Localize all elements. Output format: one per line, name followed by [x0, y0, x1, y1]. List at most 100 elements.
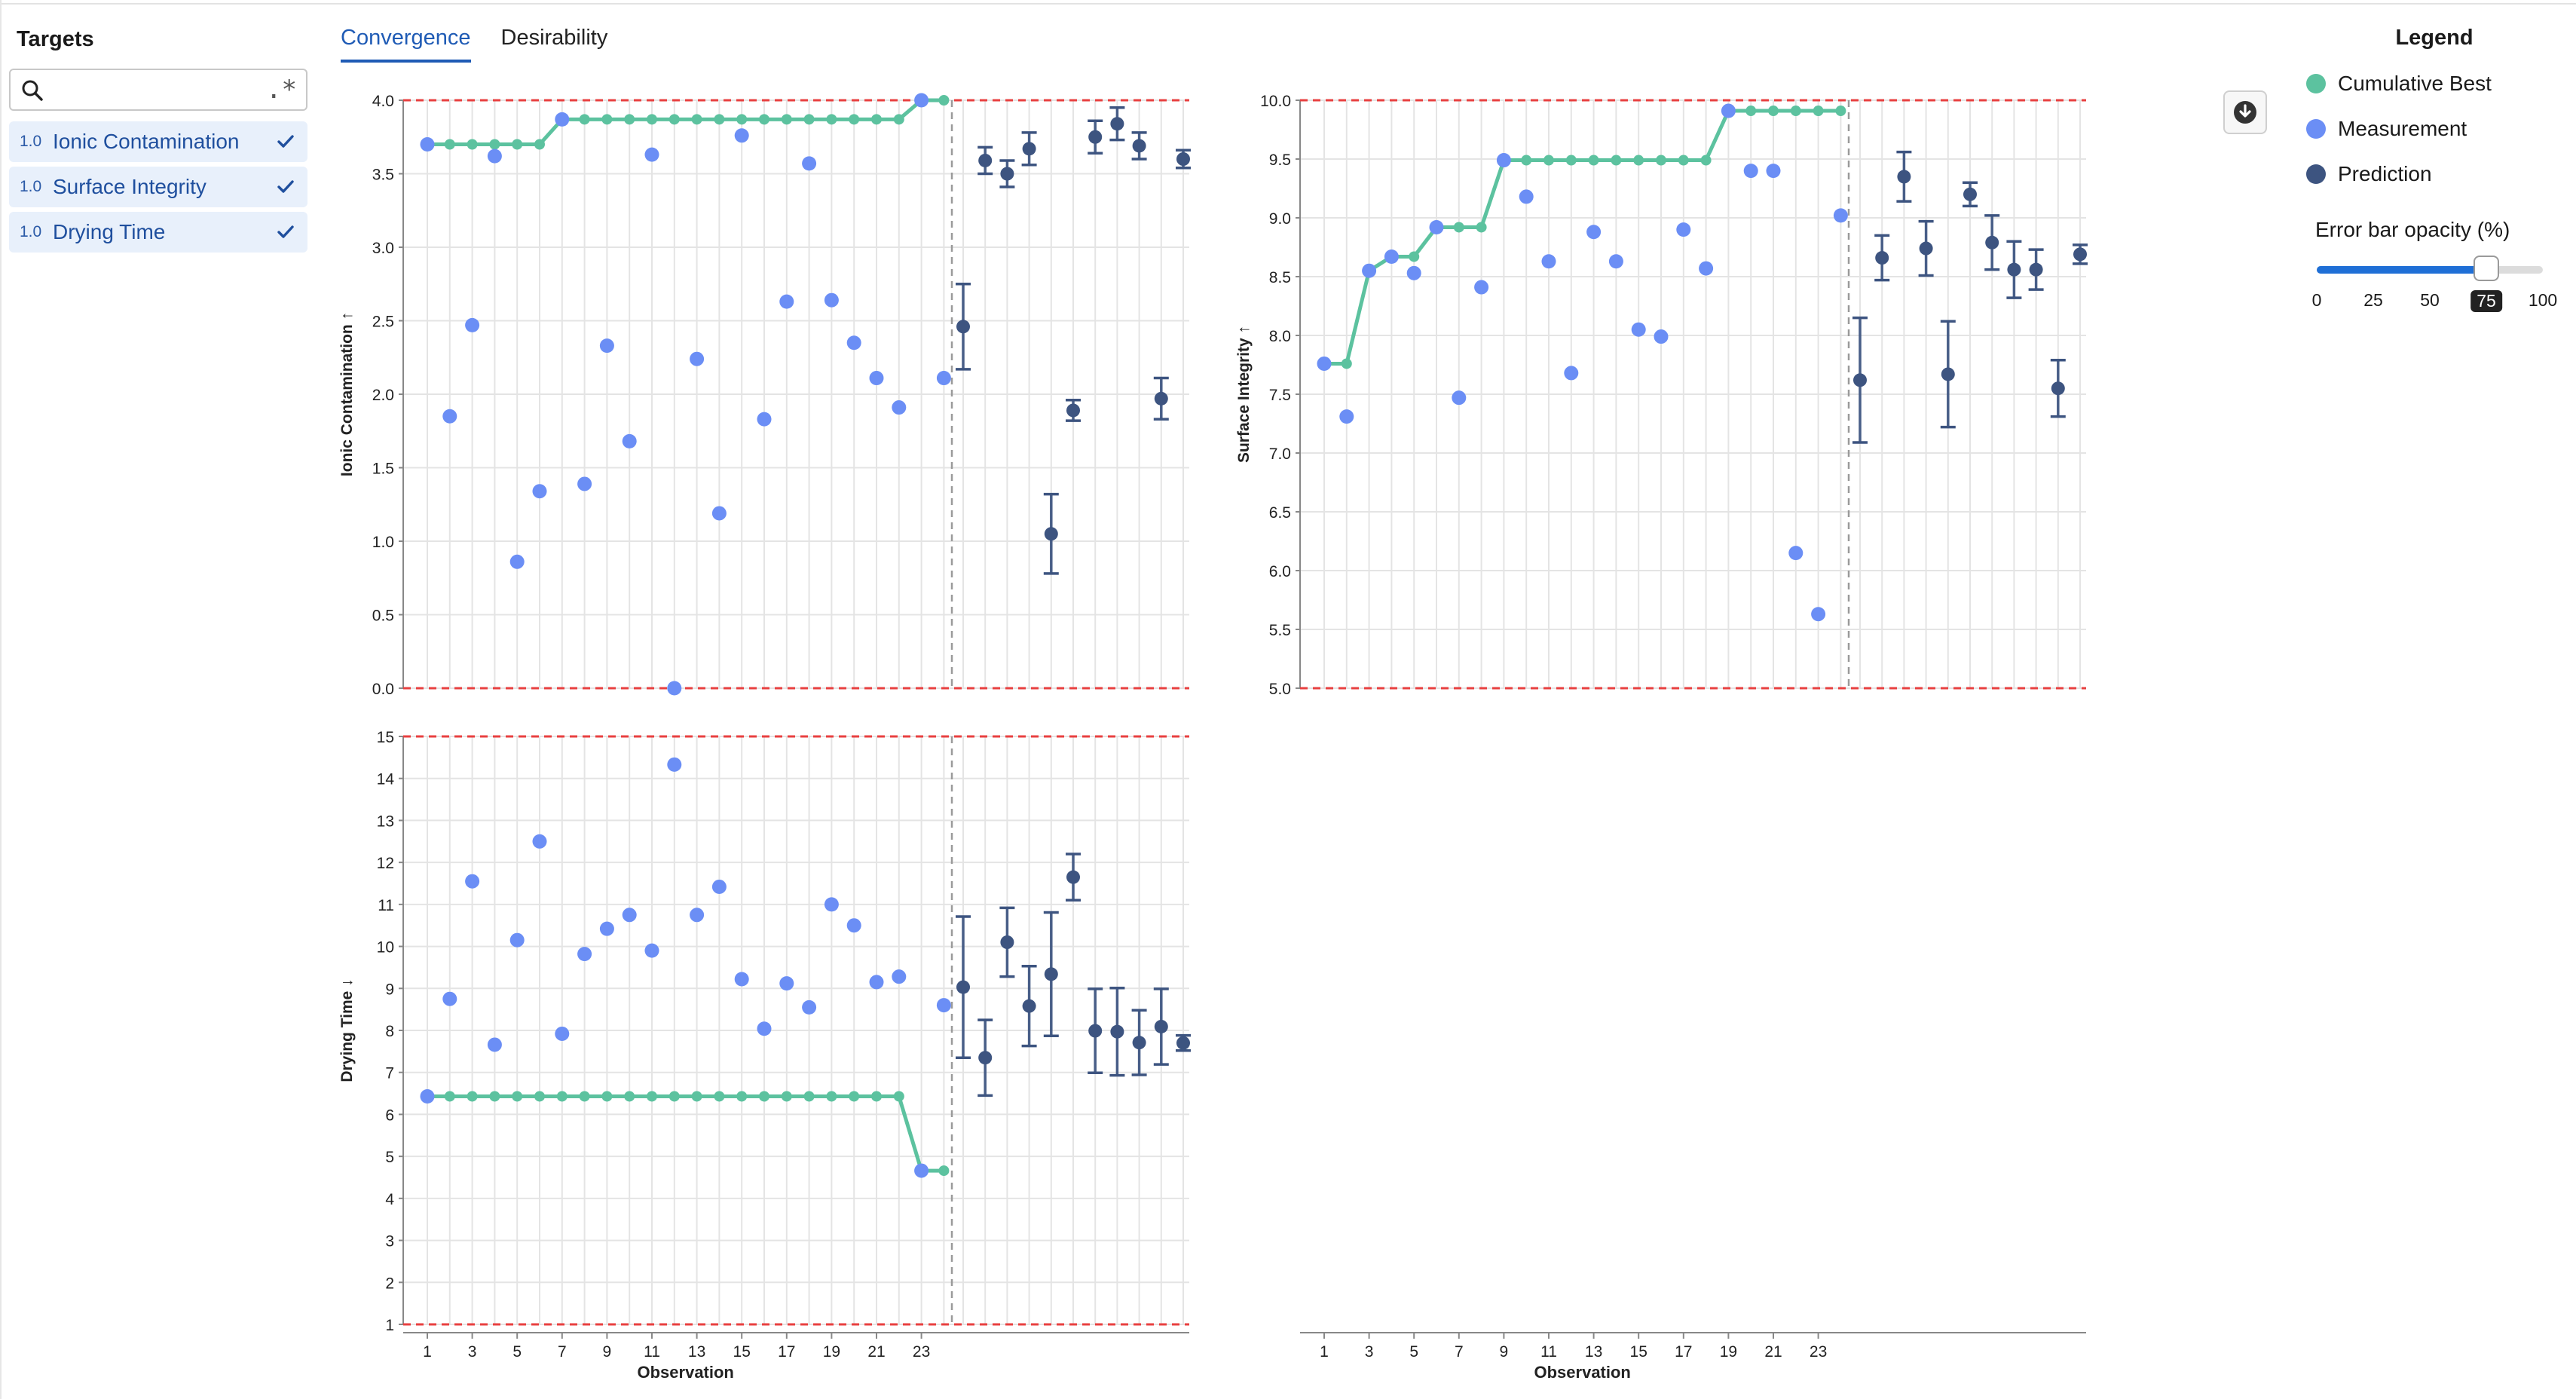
measurement-point[interactable] — [487, 1037, 502, 1052]
measurement-point[interactable] — [1743, 164, 1758, 179]
measurement-point[interactable] — [1496, 153, 1511, 168]
measurement-point[interactable] — [1833, 208, 1848, 223]
prediction-point[interactable] — [1176, 1036, 1190, 1050]
measurement-point[interactable] — [577, 476, 592, 491]
prediction-point[interactable] — [1919, 241, 1933, 256]
measurement-point[interactable] — [555, 112, 570, 127]
prediction-point[interactable] — [978, 1051, 993, 1065]
prediction-point[interactable] — [1176, 152, 1190, 166]
measurement-point[interactable] — [892, 400, 907, 415]
prediction-point[interactable] — [1022, 999, 1036, 1013]
measurement-point[interactable] — [1608, 254, 1623, 269]
measurement-point[interactable] — [1721, 103, 1736, 118]
measurement-point[interactable] — [509, 554, 525, 569]
measurement-point[interactable] — [892, 969, 907, 984]
prediction-point[interactable] — [2029, 262, 2043, 277]
measurement-point[interactable] — [465, 874, 480, 889]
measurement-point[interactable] — [936, 998, 951, 1013]
prediction-point[interactable] — [2007, 262, 2021, 277]
measurement-point[interactable] — [644, 943, 659, 958]
prediction-point[interactable] — [1000, 167, 1014, 181]
measurement-point[interactable] — [779, 976, 794, 991]
measurement-point[interactable] — [667, 681, 682, 696]
measurement-point[interactable] — [420, 137, 435, 152]
measurement-point[interactable] — [757, 412, 772, 427]
measurement-point[interactable] — [802, 1000, 817, 1015]
measurement-point[interactable] — [869, 975, 884, 990]
measurement-point[interactable] — [555, 1026, 570, 1041]
prediction-point[interactable] — [1066, 403, 1080, 418]
prediction-point[interactable] — [1941, 367, 1955, 381]
measurement-point[interactable] — [779, 294, 794, 309]
measurement-point[interactable] — [1631, 322, 1646, 337]
prediction-point[interactable] — [1022, 142, 1036, 156]
measurement-point[interactable] — [644, 147, 659, 162]
prediction-point[interactable] — [1110, 117, 1124, 131]
measurement-point[interactable] — [690, 351, 705, 366]
measurement-point[interactable] — [711, 506, 727, 521]
measurement-point[interactable] — [1452, 390, 1467, 406]
measurement-point[interactable] — [846, 335, 861, 351]
measurement-point[interactable] — [420, 1088, 435, 1104]
measurement-point[interactable] — [532, 834, 547, 849]
measurement-point[interactable] — [1317, 356, 1332, 371]
prediction-point[interactable] — [1110, 1024, 1124, 1039]
measurement-point[interactable] — [532, 484, 547, 499]
measurement-point[interactable] — [487, 148, 502, 164]
prediction-point[interactable] — [978, 153, 993, 167]
prediction-point[interactable] — [1154, 391, 1168, 406]
prediction-point[interactable] — [1853, 373, 1867, 387]
measurement-point[interactable] — [869, 371, 884, 386]
measurement-point[interactable] — [509, 932, 525, 947]
measurement-point[interactable] — [599, 338, 614, 354]
prediction-point[interactable] — [1897, 170, 1911, 184]
measurement-point[interactable] — [1586, 225, 1602, 240]
measurement-point[interactable] — [442, 991, 457, 1006]
measurement-point[interactable] — [1564, 366, 1579, 381]
measurement-point[interactable] — [622, 908, 637, 923]
measurement-point[interactable] — [1384, 249, 1399, 264]
measurement-point[interactable] — [824, 292, 839, 308]
prediction-point[interactable] — [1044, 527, 1058, 541]
prediction-point[interactable] — [1088, 1024, 1103, 1038]
measurement-point[interactable] — [711, 879, 727, 894]
measurement-point[interactable] — [824, 897, 839, 912]
measurement-point[interactable] — [667, 757, 682, 772]
prediction-point[interactable] — [1066, 870, 1080, 884]
prediction-point[interactable] — [2073, 247, 2087, 262]
prediction-point[interactable] — [2051, 381, 2065, 396]
measurement-point[interactable] — [577, 947, 592, 962]
prediction-point[interactable] — [1875, 251, 1889, 265]
measurement-point[interactable] — [914, 93, 929, 108]
measurement-point[interactable] — [914, 1163, 929, 1178]
prediction-point[interactable] — [1132, 1036, 1146, 1050]
prediction-point[interactable] — [1132, 139, 1146, 153]
prediction-point[interactable] — [1963, 187, 1977, 201]
prediction-point[interactable] — [1154, 1019, 1168, 1033]
measurement-point[interactable] — [1811, 607, 1826, 622]
prediction-point[interactable] — [1044, 967, 1058, 981]
measurement-point[interactable] — [1654, 329, 1669, 344]
measurement-point[interactable] — [1474, 280, 1489, 295]
measurement-point[interactable] — [1676, 222, 1691, 237]
prediction-point[interactable] — [956, 980, 970, 994]
measurement-point[interactable] — [1788, 546, 1804, 561]
measurement-point[interactable] — [846, 918, 861, 933]
measurement-point[interactable] — [1541, 254, 1556, 269]
measurement-point[interactable] — [734, 128, 749, 143]
measurement-point[interactable] — [1429, 219, 1444, 234]
prediction-point[interactable] — [1985, 235, 1999, 249]
measurement-point[interactable] — [1362, 263, 1377, 278]
measurement-point[interactable] — [936, 371, 951, 386]
measurement-point[interactable] — [1699, 261, 1714, 276]
measurement-point[interactable] — [465, 317, 480, 332]
measurement-point[interactable] — [690, 908, 705, 923]
measurement-point[interactable] — [1406, 265, 1421, 280]
measurement-point[interactable] — [1519, 189, 1534, 204]
measurement-point[interactable] — [734, 972, 749, 987]
measurement-point[interactable] — [622, 433, 637, 448]
measurement-point[interactable] — [1766, 164, 1781, 179]
prediction-point[interactable] — [1000, 935, 1014, 949]
measurement-point[interactable] — [1339, 409, 1354, 424]
measurement-point[interactable] — [802, 156, 817, 171]
